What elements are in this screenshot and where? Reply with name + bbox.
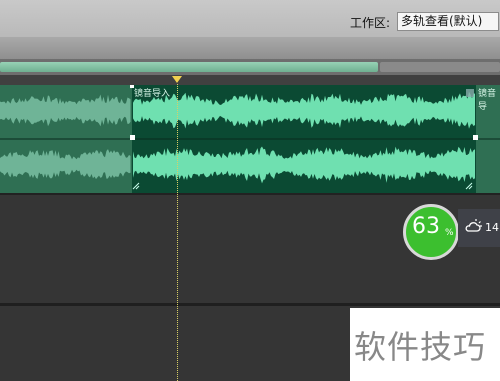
clip-label: 镜音导入 xyxy=(134,89,171,99)
clip-handle-mid-left xyxy=(130,135,135,140)
usage-percent-value: 63 xyxy=(412,214,440,239)
playhead-line xyxy=(177,84,178,381)
track-divider xyxy=(0,303,500,306)
workspace-label: 工作区: xyxy=(350,16,391,30)
horizontal-scroll-thumb[interactable] xyxy=(0,62,378,72)
watermark-text: 软件技巧 xyxy=(354,328,487,366)
weather-temperature: 14 xyxy=(485,221,499,234)
horizontal-scroll-track[interactable] xyxy=(380,62,500,72)
track-divider xyxy=(0,193,500,195)
clip-handle-mid-right xyxy=(473,135,478,140)
panel-header xyxy=(0,37,500,59)
audio-track-waveform[interactable] xyxy=(0,85,500,193)
clip-label: 镜音导 xyxy=(478,89,497,112)
workspace-dropdown[interactable]: 多轨查看(默认) xyxy=(397,12,499,31)
clip-corner-icon xyxy=(466,89,474,97)
playhead-marker-icon[interactable] xyxy=(172,76,182,83)
cloud-sun-icon xyxy=(465,219,482,232)
time-ruler[interactable] xyxy=(0,75,500,85)
usage-percent-unit: % xyxy=(445,228,454,238)
